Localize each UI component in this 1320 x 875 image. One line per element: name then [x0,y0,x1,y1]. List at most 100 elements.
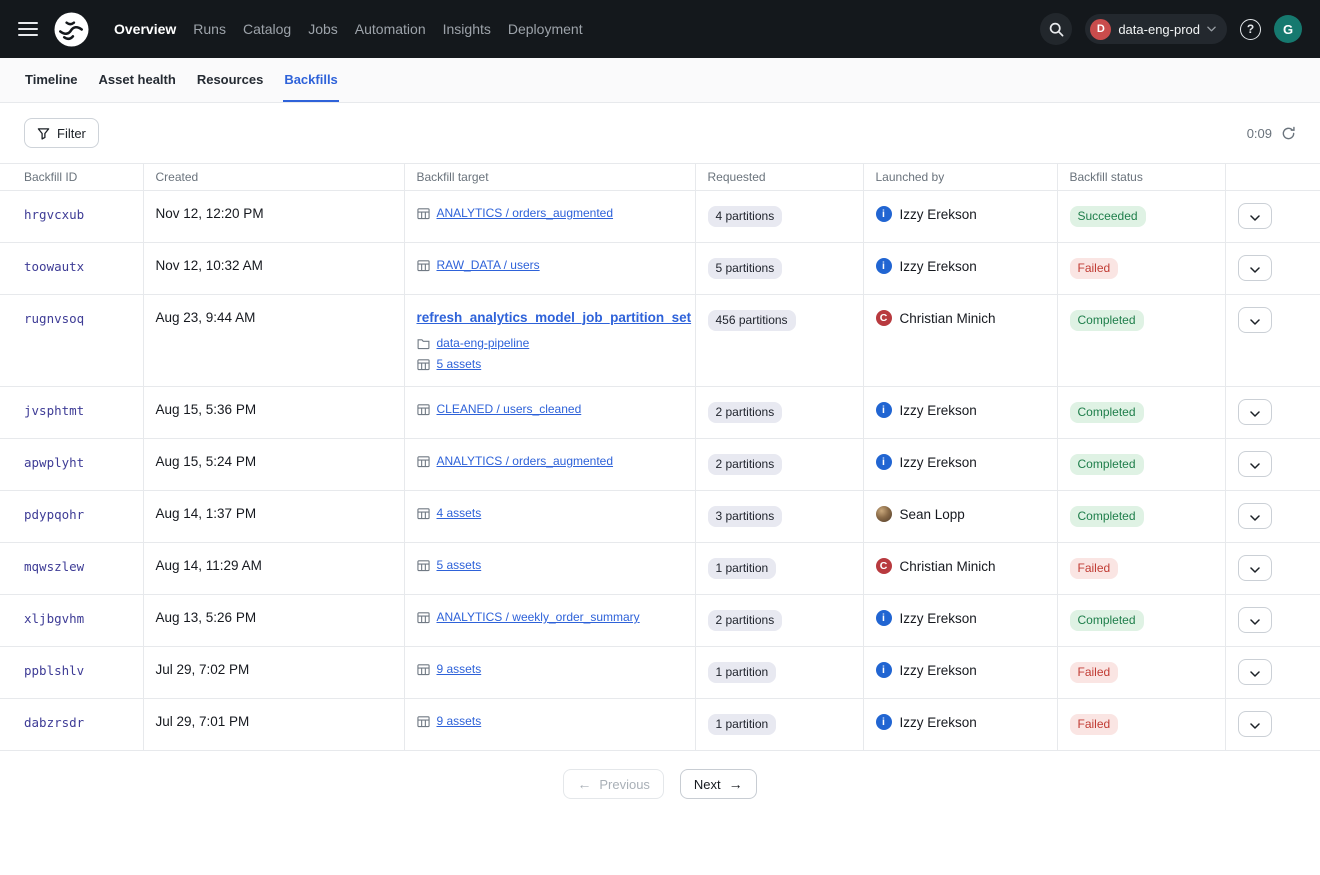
target-link[interactable]: 5 assets [437,357,482,371]
nav-item-runs[interactable]: Runs [185,15,234,43]
launched-by-cell: iIzzy Erekson [863,699,1057,751]
table-icon [417,207,430,220]
target-link[interactable]: 9 assets [437,714,482,728]
created-cell: Nov 12, 10:32 AM [143,243,404,295]
nav-item-overview[interactable]: Overview [106,15,184,43]
created-cell: Jul 29, 7:01 PM [143,699,404,751]
row-actions-button[interactable] [1238,555,1272,581]
nav-item-automation[interactable]: Automation [347,15,434,43]
target-link[interactable]: refresh_analytics_model_job_partition_se… [417,310,692,325]
launched-by-name: Izzy Erekson [900,207,977,222]
backfill-id-link[interactable]: ppblshlv [24,663,84,678]
nav-item-catalog[interactable]: Catalog [235,15,299,43]
deployment-name: data-eng-prod [1118,22,1200,37]
launched-by-name: Izzy Erekson [900,715,977,730]
search-button[interactable] [1040,13,1072,45]
dagster-logo[interactable] [54,12,89,47]
nav-item-deployment[interactable]: Deployment [500,15,591,43]
target-link[interactable]: CLEANED / users_cleaned [437,402,582,416]
row-actions-button[interactable] [1238,711,1272,737]
next-page-button[interactable]: Next → [680,769,757,799]
target-link[interactable]: ANALYTICS / weekly_order_summary [437,610,640,624]
previous-page-button[interactable]: ← Previous [563,769,664,799]
backfill-id-link[interactable]: pdypqohr [24,507,84,522]
target-link[interactable]: ANALYTICS / orders_augmented [437,206,614,220]
launched-by-cell: iIzzy Erekson [863,647,1057,699]
backfill-target-cell: 4 assets [404,491,695,543]
partitions-badge: 456 partitions [708,310,796,331]
actions-cell [1225,595,1320,647]
row-actions-button[interactable] [1238,659,1272,685]
target-link[interactable]: ANALYTICS / orders_augmented [437,454,614,468]
user-initial-avatar: C [876,310,892,326]
backfill-target-cell: ANALYTICS / orders_augmented [404,191,695,243]
target-line: data-eng-pipeline [417,336,683,350]
row-actions-button[interactable] [1238,203,1272,229]
backfill-row: toowautx Nov 12, 10:32 AM RAW_DATA / users… [0,243,1320,295]
status-cell: Completed [1057,595,1225,647]
filter-button[interactable]: Filter [24,118,99,148]
backfill-id-link[interactable]: apwplyht [24,455,84,470]
launched-by-name: Izzy Erekson [900,455,977,470]
user-initial-avatar: i [876,402,892,418]
launched-by-cell: iIzzy Erekson [863,595,1057,647]
launched-by: iIzzy Erekson [876,258,1045,274]
backfill-id-link[interactable]: toowautx [24,259,84,274]
backfill-id-link[interactable]: rugnvsoq [24,311,84,326]
backfill-id-link[interactable]: xljbgvhm [24,611,84,626]
chevron-down-icon [1250,613,1260,628]
row-actions-button[interactable] [1238,503,1272,529]
created-cell: Jul 29, 7:02 PM [143,647,404,699]
deployment-badge: D [1090,19,1111,40]
table-icon [417,715,430,728]
deployment-switcher[interactable]: D data-eng-prod [1085,14,1227,44]
user-avatar[interactable]: G [1274,15,1302,43]
backfill-id-link[interactable]: mqwszlew [24,559,84,574]
target-link[interactable]: 5 assets [437,558,482,572]
status-cell: Completed [1057,491,1225,543]
actions-cell [1225,191,1320,243]
table-icon [417,455,430,468]
status-cell: Completed [1057,439,1225,491]
target-line: 9 assets [417,714,683,728]
tab-resources[interactable]: Resources [196,58,264,102]
tab-timeline[interactable]: Timeline [24,58,79,102]
nav-item-jobs[interactable]: Jobs [300,15,346,43]
row-actions-button[interactable] [1238,307,1272,333]
backfill-id-link[interactable]: hrgvcxub [24,207,84,222]
backfill-target-cell: 9 assets [404,647,695,699]
row-actions-button[interactable] [1238,255,1272,281]
tab-asset-health[interactable]: Asset health [98,58,177,102]
chevron-down-icon [1250,717,1260,732]
target-line: refresh_analytics_model_job_partition_se… [417,310,683,325]
target-link[interactable]: data-eng-pipeline [437,336,530,350]
backfill-target-cell: ANALYTICS / orders_augmented [404,439,695,491]
user-initial-avatar: C [876,558,892,574]
backfill-target-cell: 9 assets [404,699,695,751]
target-link[interactable]: 4 assets [437,506,482,520]
nav-item-insights[interactable]: Insights [435,15,499,43]
backfill-id-link[interactable]: jvsphtmt [24,403,84,418]
backfill-id-link[interactable]: dabzrsdr [24,715,84,730]
backfill-row: jvsphtmtAug 15, 5:36 PMCLEANED / users_c… [0,387,1320,439]
refresh-indicator: 0:09 [1247,126,1296,141]
hamburger-menu-icon[interactable] [18,22,38,36]
partitions-badge: 2 partitions [708,402,783,423]
target-link[interactable]: RAW_DATA / users [437,258,540,272]
column-header-actions [1225,164,1320,191]
backfill-id-cell: rugnvsoq [0,295,143,387]
launched-by-cell: iIzzy Erekson [863,191,1057,243]
help-button[interactable]: ? [1240,19,1261,40]
refresh-icon[interactable] [1281,126,1296,141]
row-actions-button[interactable] [1238,451,1272,477]
backfill-id-cell: hrgvcxub [0,191,143,243]
target-line: 9 assets [417,662,683,676]
table-icon [417,611,430,624]
backfill-target-cell: refresh_analytics_model_job_partition_se… [404,295,695,387]
target-link[interactable]: 9 assets [437,662,482,676]
nav-menu: OverviewRunsCatalogJobsAutomationInsight… [106,15,591,43]
partitions-badge: 2 partitions [708,454,783,475]
row-actions-button[interactable] [1238,607,1272,633]
row-actions-button[interactable] [1238,399,1272,425]
tab-backfills[interactable]: Backfills [283,58,338,102]
